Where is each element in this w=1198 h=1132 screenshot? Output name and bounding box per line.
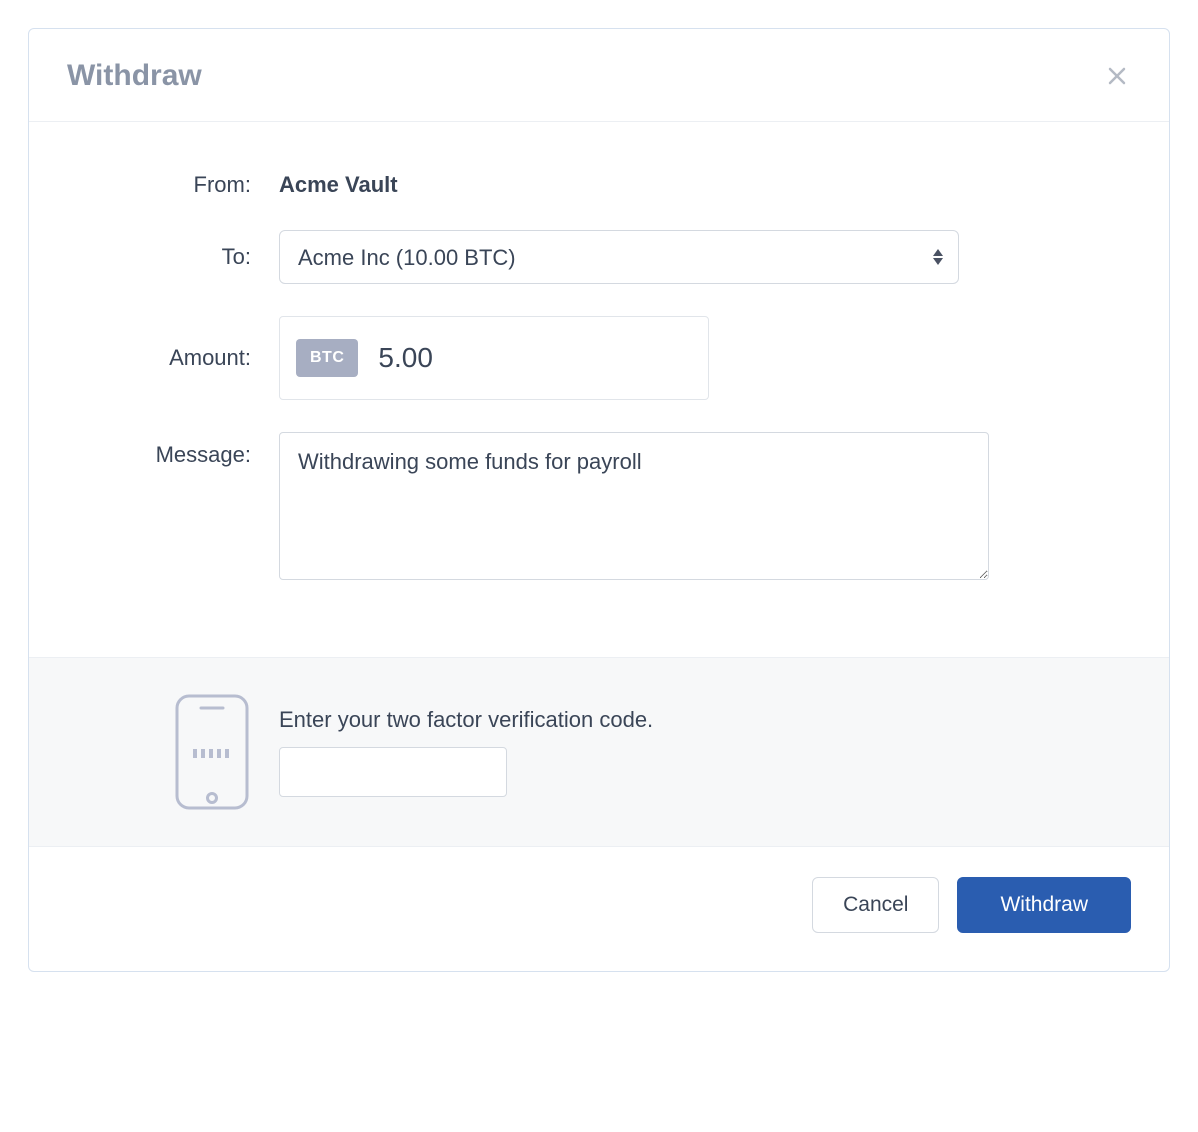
cancel-button[interactable]: Cancel [812,877,939,933]
withdraw-button[interactable]: Withdraw [957,877,1131,933]
message-textarea[interactable]: Withdrawing some funds for payroll [279,432,989,580]
twofa-input[interactable] [279,747,507,797]
amount-row: Amount: BTC [99,316,1099,400]
modal-body: From: Acme Vault To: Acme Inc (10.00 BTC… [29,122,1169,657]
amount-input-wrap: BTC [279,316,709,400]
amount-input[interactable] [358,342,692,374]
modal-header: Withdraw [29,29,1169,122]
to-select[interactable]: Acme Inc (10.00 BTC) [279,230,959,284]
modal-title: Withdraw [67,59,202,93]
message-label: Message: [99,432,279,468]
close-icon [1105,64,1129,88]
withdraw-modal: Withdraw From: Acme Vault To: Acme Inc (… [28,28,1170,972]
to-row: To: Acme Inc (10.00 BTC) [99,230,1099,284]
phone-icon [173,692,251,812]
currency-badge: BTC [296,339,358,377]
twofa-section: Enter your two factor verification code. [29,657,1169,847]
twofa-label: Enter your two factor verification code. [279,707,1099,733]
from-label: From: [99,162,279,198]
modal-footer: Cancel Withdraw [29,847,1169,971]
message-row: Message: Withdrawing some funds for payr… [99,432,1099,585]
to-label: To: [99,244,279,270]
from-value: Acme Vault [279,162,1099,198]
close-button[interactable] [1103,62,1131,90]
amount-label: Amount: [99,345,279,371]
from-row: From: Acme Vault [99,162,1099,198]
